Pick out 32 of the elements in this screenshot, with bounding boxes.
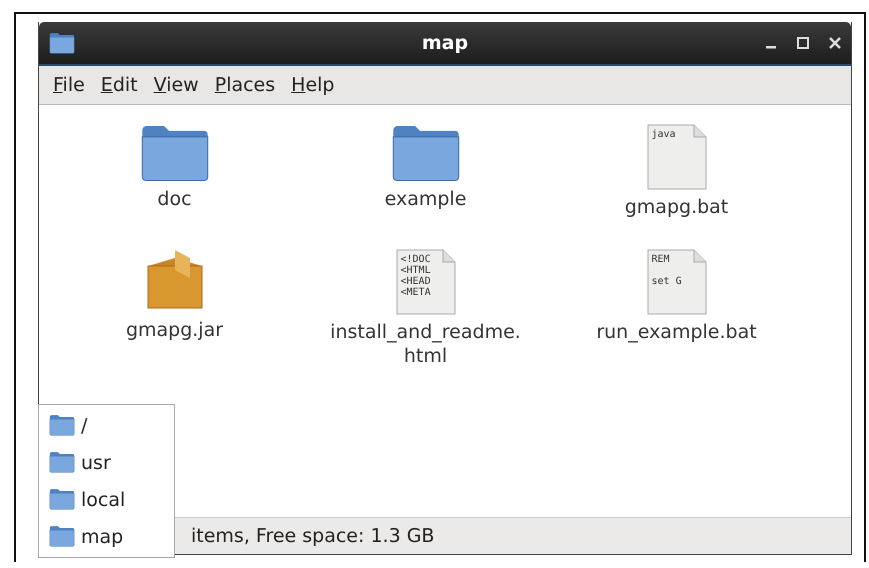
file-name[interactable]: install_and_readme. html — [330, 320, 521, 368]
document-icon — [646, 248, 708, 316]
file-name[interactable]: example — [384, 186, 466, 210]
path-item[interactable]: / — [39, 407, 174, 444]
menu-item[interactable]: Help — [283, 74, 342, 96]
document-icon — [394, 248, 456, 316]
menu-item[interactable]: File — [45, 74, 93, 96]
document-icon — [646, 123, 708, 191]
file-name[interactable]: gmapg.jar — [126, 318, 224, 342]
folder-icon — [49, 525, 75, 548]
menu-item[interactable]: View — [146, 74, 207, 96]
path-item[interactable]: map — [39, 518, 174, 555]
folder-icon — [49, 488, 75, 511]
file-name[interactable]: gmapg.bat — [624, 195, 728, 219]
menu-item[interactable]: Edit — [92, 74, 146, 96]
folder-icon — [140, 123, 210, 182]
maximize-button[interactable] — [797, 37, 809, 49]
close-button[interactable] — [829, 37, 841, 49]
menu-item[interactable]: Places — [206, 74, 284, 96]
file-preview-text: REM set G — [652, 254, 682, 287]
folder-icon — [49, 32, 75, 54]
path-item[interactable]: usr — [39, 444, 174, 481]
folder-icon — [49, 451, 75, 474]
file-name[interactable]: run_example.bat — [596, 320, 757, 344]
window-title: map — [422, 32, 468, 54]
folder-icon — [49, 414, 75, 437]
folder-icon — [390, 123, 460, 182]
file-preview-text: java — [652, 129, 676, 140]
file-preview-text: <!DOC <HTML <HEAD <META — [400, 254, 431, 298]
file-name[interactable]: doc — [157, 186, 192, 210]
status-text: items, Free space: 1.3 GB — [191, 525, 434, 547]
path-item[interactable]: local — [39, 481, 174, 518]
